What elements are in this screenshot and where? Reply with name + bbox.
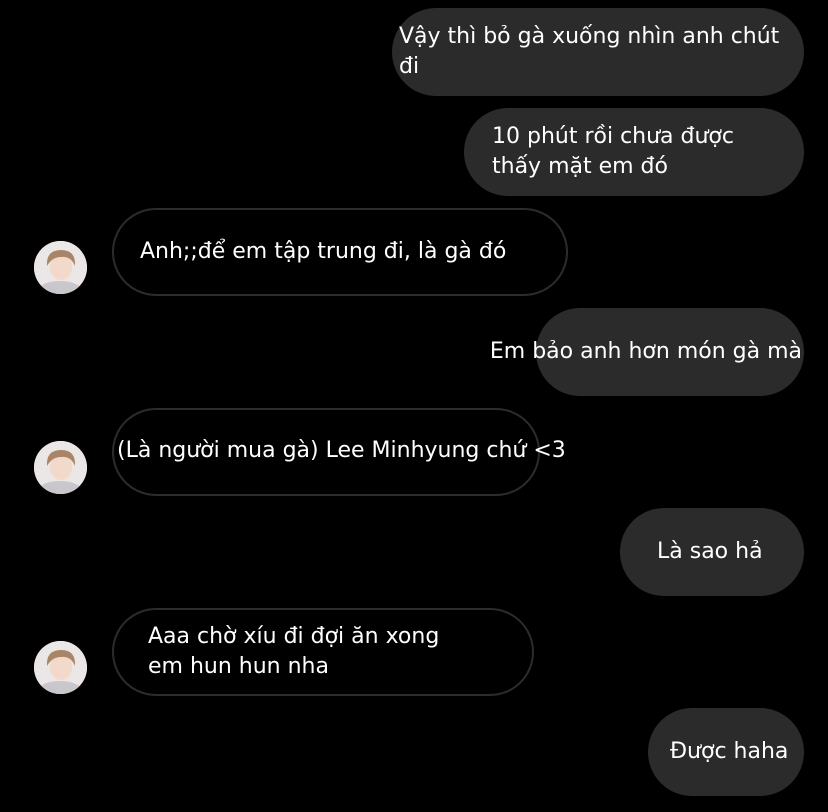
message-text: Là sao hả [657,539,763,564]
message-text: Được haha [670,739,789,764]
message-text: Em bảo anh hơn món gà mà [489,339,802,364]
message-bubble-received[interactable]: (Là người mua gà) Lee Minhyung chứ <3 [112,408,566,496]
message-bubble-received[interactable]: Anh;;để em tập trung đi, là gà đó [112,208,568,296]
message-bubble-received[interactable]: Aaa chờ xíu đi đợi ăn xong em hun hun nh… [112,608,534,696]
message-text: Vậy thì bỏ gà xuống nhìn anh chút đi [399,24,780,79]
avatar[interactable] [34,241,87,294]
message-text: Aaa chờ xíu đi đợi ăn xong em hun hun nh… [148,624,440,679]
message-text: Anh;;để em tập trung đi, là gà đó [140,239,507,264]
avatar[interactable] [34,641,87,694]
message-text: 10 phút rồi chưa được thấy mặt em đó [492,124,734,179]
profile-photo-icon [34,641,87,694]
message-bubble-sent[interactable]: Em bảo anh hơn món gà mà [490,308,804,396]
profile-photo-icon [34,441,87,494]
message-bubble-sent[interactable]: Là sao hả [620,508,804,596]
message-bubble-sent[interactable]: Được haha [648,708,804,796]
profile-photo-icon [34,241,87,294]
message-bubble-sent[interactable]: Vậy thì bỏ gà xuống nhìn anh chút đi [392,8,804,96]
message-bubble-sent[interactable]: 10 phút rồi chưa được thấy mặt em đó [464,108,804,196]
message-text: (Là người mua gà) Lee Minhyung chứ <3 [117,438,566,463]
avatar[interactable] [34,441,87,494]
